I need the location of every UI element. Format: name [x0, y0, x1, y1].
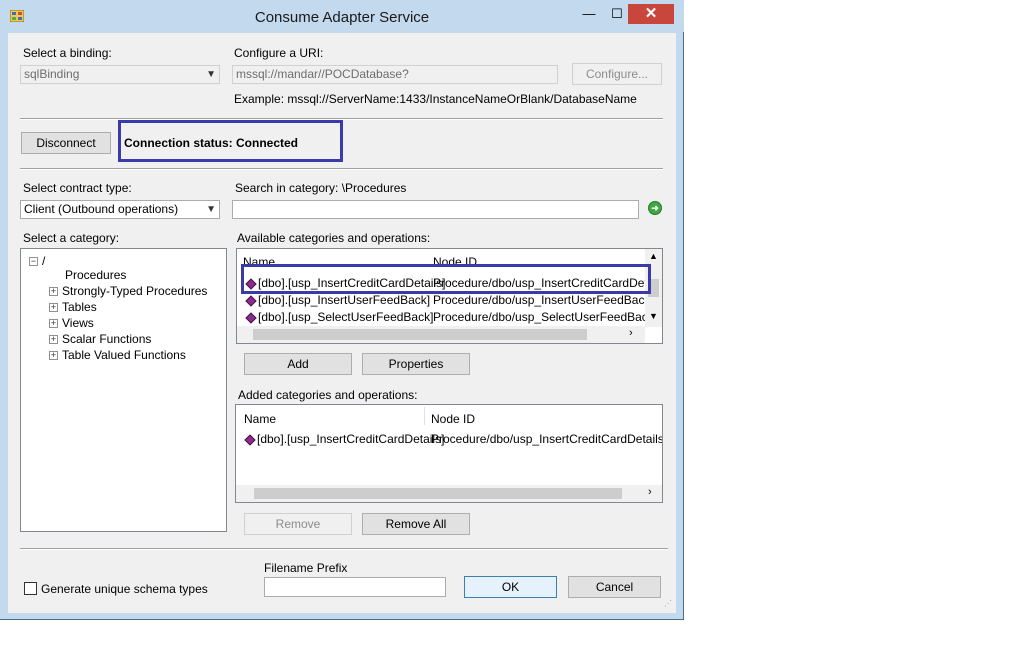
expand-icon[interactable]: +: [49, 351, 58, 361]
properties-button[interactable]: Properties: [362, 353, 470, 375]
generate-unique-checkbox[interactable]: [24, 582, 37, 595]
added-list[interactable]: Name Node ID [dbo].[usp_InsertCreditCard…: [235, 404, 663, 503]
row-name: [dbo].[usp_InsertUserFeedBack]: [258, 293, 431, 307]
binding-label: Select a binding:: [23, 46, 112, 60]
category-tree[interactable]: − / Procedures + Strongly-Typed Procedures…: [20, 248, 227, 532]
tree-item-procedures[interactable]: Procedures: [65, 268, 126, 282]
filename-prefix-input[interactable]: [264, 577, 446, 597]
row-node: Procedure/dbo/usp_InsertCreditCardDetail…: [431, 432, 663, 446]
tree-item-label: Procedures: [65, 268, 127, 282]
dialog-window: Consume Adapter Service — ☐ ✕ Select a b…: [0, 0, 684, 620]
row-highlight-box: [241, 264, 651, 294]
tree-item-label: Strongly-Typed Procedures: [62, 284, 208, 298]
filename-prefix-label: Filename Prefix: [264, 561, 348, 575]
tree-root[interactable]: − /: [29, 254, 45, 268]
row-node: Procedure/dbo/usp_SelectUserFeedBack: [433, 310, 654, 324]
chevron-down-icon: ▼: [206, 204, 216, 215]
chevron-down-icon: ▼: [206, 69, 216, 80]
contract-value: Client (Outbound operations): [24, 202, 179, 216]
list-item[interactable]: [dbo].[usp_SelectUserFeedBack]: [243, 309, 433, 325]
list-item[interactable]: [dbo].[usp_InsertUserFeedBack]: [243, 292, 430, 308]
tree-item-label: Table Valued Functions: [62, 348, 186, 362]
tree-item-scalar-functions[interactable]: + Scalar Functions: [49, 332, 151, 346]
maximize-icon[interactable]: ☐: [604, 4, 630, 24]
separator: [20, 168, 663, 170]
expand-icon[interactable]: +: [49, 287, 58, 297]
scroll-thumb[interactable]: [254, 488, 622, 499]
configure-button[interactable]: Configure...: [572, 63, 662, 85]
connection-status: Connection status: Connected: [124, 136, 299, 150]
contract-select[interactable]: Client (Outbound operations) ▼: [20, 200, 220, 219]
collapse-icon[interactable]: −: [29, 257, 38, 267]
scroll-right-icon[interactable]: ›: [629, 327, 633, 339]
remove-button[interactable]: Remove: [244, 513, 352, 535]
col-node-header[interactable]: Node ID: [431, 412, 475, 426]
search-label: Search in category: \Procedures: [235, 181, 407, 195]
tree-item-label: Scalar Functions: [62, 332, 152, 346]
minimize-icon[interactable]: —: [576, 4, 602, 24]
list-item[interactable]: [dbo].[usp_InsertCreditCardDetails]: [242, 431, 444, 447]
tree-item-tables[interactable]: + Tables: [49, 300, 97, 314]
binding-select[interactable]: sqlBinding ▼: [20, 65, 220, 84]
uri-example: Example: mssql://ServerName:1433/Instanc…: [234, 92, 637, 106]
tree-item-label: Views: [62, 316, 94, 330]
uri-input[interactable]: mssql://mandar//POCDatabase?: [232, 65, 558, 84]
binding-value: sqlBinding: [24, 67, 80, 81]
resize-grip-icon[interactable]: ⋰: [664, 599, 672, 608]
tree-item-strongly-typed-procedures[interactable]: + Strongly-Typed Procedures: [49, 284, 207, 298]
horizontal-scrollbar[interactable]: ›: [236, 485, 662, 502]
horizontal-scrollbar[interactable]: ›: [237, 326, 645, 343]
separator: [20, 548, 668, 550]
available-label: Available categories and operations:: [237, 231, 431, 245]
procedure-icon: [245, 312, 257, 324]
row-name: [dbo].[usp_SelectUserFeedBack]: [258, 310, 434, 324]
search-go-icon[interactable]: ➜: [648, 201, 662, 215]
scroll-right-icon[interactable]: ›: [648, 486, 652, 498]
scroll-thumb[interactable]: [253, 329, 587, 340]
procedure-icon: [244, 434, 256, 446]
expand-icon[interactable]: +: [49, 335, 58, 345]
tree-item-views[interactable]: + Views: [49, 316, 94, 330]
add-button[interactable]: Add: [244, 353, 352, 375]
title-bar[interactable]: Consume Adapter Service — ☐ ✕: [0, 0, 684, 32]
close-icon[interactable]: ✕: [628, 4, 674, 24]
search-input[interactable]: [232, 200, 639, 219]
remove-all-button[interactable]: Remove All: [362, 513, 470, 535]
tree-item-table-valued-functions[interactable]: + Table Valued Functions: [49, 348, 186, 362]
expand-icon[interactable]: +: [49, 303, 58, 313]
row-node: Procedure/dbo/usp_InsertUserFeedBack: [433, 293, 651, 307]
dialog-client: Select a binding: sqlBinding ▼ Configure…: [8, 33, 676, 613]
scroll-up-icon[interactable]: ▲: [645, 251, 662, 261]
disconnect-button[interactable]: Disconnect: [21, 132, 111, 154]
contract-label: Select contract type:: [23, 181, 132, 195]
uri-label: Configure a URI:: [234, 46, 324, 60]
col-name-header[interactable]: Name: [244, 412, 276, 426]
column-divider[interactable]: [424, 407, 425, 425]
available-list[interactable]: Name Node ID [dbo].[usp_InsertCreditCard…: [236, 248, 663, 344]
cancel-button[interactable]: Cancel: [568, 576, 661, 598]
added-label: Added categories and operations:: [238, 388, 418, 402]
tree-item-label: Tables: [62, 300, 97, 314]
category-label: Select a category:: [23, 231, 120, 245]
ok-button[interactable]: OK: [464, 576, 557, 598]
expand-icon[interactable]: +: [49, 319, 58, 329]
generate-unique-label: Generate unique schema types: [41, 582, 208, 596]
tree-root-label: /: [42, 254, 46, 268]
row-name: [dbo].[usp_InsertCreditCardDetails]: [257, 432, 445, 446]
scroll-down-icon[interactable]: ▼: [645, 311, 662, 321]
procedure-icon: [245, 295, 257, 307]
